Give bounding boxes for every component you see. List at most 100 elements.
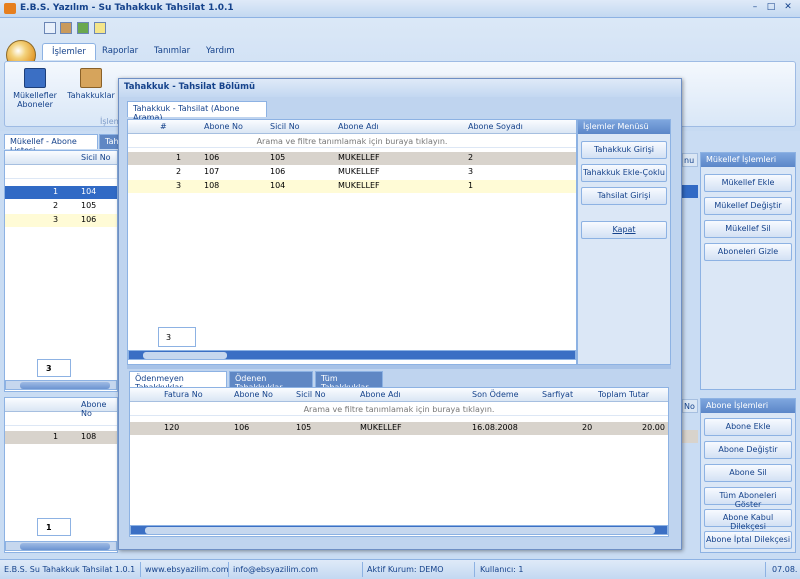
table-row[interactable]: 3 108 104 MUKELLEF 1 bbox=[128, 180, 576, 193]
status-date: 07.08. bbox=[772, 565, 798, 574]
right-partial-grid-header-bottom: No bbox=[682, 399, 698, 413]
tab-odenen-tahakkuklar[interactable]: Ödenen Tahakkuklar bbox=[229, 371, 313, 392]
quick-access-box-icon[interactable] bbox=[60, 22, 72, 34]
filter-row[interactable]: Arama ve filtre tanımlamak için buraya t… bbox=[128, 135, 576, 148]
mukellefler-label: Mükellefler Aboneler bbox=[13, 91, 57, 109]
abone-islemleri-panel: Abone İşlemleri Abone Ekle Abone Değişti… bbox=[700, 398, 796, 553]
right-partial-grid-header-top: nu bbox=[682, 153, 698, 167]
col-toplam-tutar[interactable]: Toplam Tutar bbox=[598, 390, 649, 399]
ribbon-tab-islemler[interactable]: İşlemler bbox=[42, 43, 96, 60]
mukellef-ekle-button[interactable]: Mükellef Ekle bbox=[704, 174, 792, 192]
box-icon bbox=[80, 68, 102, 88]
app-icon bbox=[4, 3, 16, 14]
tab-abone-arama[interactable]: Tahakkuk - Tahsilat (Abone Arama) bbox=[127, 101, 267, 122]
col-hash[interactable]: # bbox=[160, 122, 167, 131]
maximize-icon[interactable]: □ bbox=[764, 2, 778, 15]
abone-degistir-button[interactable]: Abone Değiştir bbox=[704, 441, 792, 459]
col-abone-no[interactable]: Abone No bbox=[234, 390, 273, 399]
kapat-button[interactable]: Kapat bbox=[581, 221, 667, 239]
quick-access-money-icon[interactable] bbox=[77, 22, 89, 34]
col-abone-no[interactable]: Abone No bbox=[204, 122, 243, 131]
table-row[interactable]: 2 107 106 MUKELLEF 3 bbox=[128, 166, 576, 179]
abone-sil-button[interactable]: Abone Sil bbox=[704, 464, 792, 482]
status-kullanici: Kullanıcı: 1 bbox=[480, 565, 524, 574]
ribbon-tab-raporlar[interactable]: Raporlar bbox=[93, 43, 147, 60]
col-abone-adi[interactable]: Abone Adı bbox=[338, 122, 379, 131]
tahakkuk-grid: Fatura No Abone No Sicil No Abone Adı So… bbox=[129, 387, 669, 537]
col-abone-soyadi[interactable]: Abone Soyadı bbox=[468, 122, 523, 131]
col-abone-adi[interactable]: Abone Adı bbox=[360, 390, 401, 399]
tahakkuk-girisi-button[interactable]: Tahakkuk Girişi bbox=[581, 141, 667, 159]
status-app: E.B.S. Su Tahakkuk Tahsilat 1.0.1 bbox=[4, 565, 136, 574]
tahakkuk-tahsilat-dialog: Tahakkuk - Tahsilat Bölümü Tahakkuk - Ta… bbox=[118, 78, 682, 550]
left-bottom-grid: Abone No 1 108 1 bbox=[4, 397, 118, 553]
abone-arama-grid: # Abone No Sicil No Abone Adı Abone Soya… bbox=[127, 119, 577, 365]
abone-grid-header: # Abone No Sicil No Abone Adı Abone Soya… bbox=[128, 120, 576, 134]
left-top-tabs: Mükellef - Abone Listesi Tah bbox=[4, 134, 134, 155]
right-partial-row bbox=[682, 430, 698, 443]
col-sicil-no[interactable]: Sicil No bbox=[81, 153, 111, 162]
aboneleri-gizle-button[interactable]: Aboneleri Gizle bbox=[704, 243, 792, 261]
status-bar: E.B.S. Su Tahakkuk Tahsilat 1.0.1 www.eb… bbox=[0, 559, 800, 579]
tahakkuklar-button[interactable]: Tahakkuklar bbox=[63, 68, 119, 100]
row-count-box: 3 bbox=[158, 327, 196, 347]
minimize-icon[interactable]: – bbox=[748, 2, 762, 15]
mukellefler-aboneler-button[interactable]: Mükellefler Aboneler bbox=[9, 68, 61, 109]
left-top-hscroll[interactable] bbox=[5, 380, 117, 390]
abone-islemleri-title: Abone İşlemleri bbox=[701, 399, 795, 413]
left-top-grid: Sicil No 1 104 2 105 3 106 3 bbox=[4, 150, 118, 392]
left-top-grid-header: Sicil No bbox=[5, 151, 117, 165]
book-icon bbox=[24, 68, 46, 88]
splitter[interactable] bbox=[127, 365, 671, 369]
close-icon[interactable]: ✕ bbox=[781, 2, 795, 15]
abone-kabul-dilekcesi-button[interactable]: Abone Kabul Dilekçesi bbox=[704, 509, 792, 531]
status-kurum: Aktif Kurum: DEMO bbox=[367, 565, 444, 574]
col-sicil-no[interactable]: Sicil No bbox=[270, 122, 300, 131]
tum-aboneleri-goster-button[interactable]: Tüm Aboneleri Göster bbox=[704, 487, 792, 509]
tahakkuklar-label: Tahakkuklar bbox=[67, 91, 115, 100]
col-son-odeme[interactable]: Son Ödeme bbox=[472, 390, 519, 399]
table-row[interactable]: 2 105 bbox=[5, 200, 117, 213]
col-sarfiyat[interactable]: Sarfiyat bbox=[542, 390, 573, 399]
app-title: E.B.S. Yazılım - Su Tahakkuk Tahsilat 1.… bbox=[20, 3, 234, 13]
table-row[interactable]: 1 106 105 MUKELLEF 2 bbox=[128, 152, 576, 165]
tahsilat-girisi-button[interactable]: Tahsilat Girişi bbox=[581, 187, 667, 205]
table-row[interactable]: 1 104 bbox=[5, 186, 117, 199]
table-row[interactable]: 120 106 105 MUKELLEF 16.08.2008 20 20.00 bbox=[130, 422, 668, 435]
tahakkuk-ekle-coklu-button[interactable]: Tahakkuk Ekle-Çoklu bbox=[581, 164, 667, 182]
mukellef-sil-button[interactable]: Mükellef Sil bbox=[704, 220, 792, 238]
mukellef-degistir-button[interactable]: Mükellef Değiştir bbox=[704, 197, 792, 215]
quick-access-book-icon[interactable] bbox=[44, 22, 56, 34]
islemler-menusu: İşlemler Menüsü Tahakkuk Girişi Tahakkuk… bbox=[577, 119, 671, 365]
left-top-filter-row[interactable] bbox=[5, 166, 117, 179]
table-row[interactable]: 3 106 bbox=[5, 214, 117, 227]
left-bottom-grid-header: Abone No bbox=[5, 398, 117, 418]
mukellef-islemleri-panel: Mükellef İşlemleri Mükellef Ekle Mükelle… bbox=[700, 152, 796, 390]
dialog-title: Tahakkuk - Tahsilat Bölümü bbox=[119, 79, 681, 97]
tab-mukellef-abone-listesi[interactable]: Mükellef - Abone Listesi bbox=[4, 134, 98, 155]
abone-ekle-button[interactable]: Abone Ekle bbox=[704, 418, 792, 436]
left-bottom-hscroll[interactable] bbox=[5, 541, 117, 551]
col-fatura-no[interactable]: Fatura No bbox=[164, 390, 203, 399]
status-web[interactable]: www.ebsyazilim.com bbox=[145, 565, 229, 574]
tahakkuk-grid-header: Fatura No Abone No Sicil No Abone Adı So… bbox=[130, 388, 668, 402]
title-bar: E.B.S. Yazılım - Su Tahakkuk Tahsilat 1.… bbox=[0, 0, 800, 18]
mukellef-islemleri-title: Mükellef İşlemleri bbox=[701, 153, 795, 167]
left-bottom-count-box: 1 bbox=[37, 518, 71, 536]
right-partial-selected-row bbox=[682, 185, 698, 198]
ribbon-tab-tanimlar[interactable]: Tanımlar bbox=[145, 43, 199, 60]
table-row[interactable]: 1 108 bbox=[5, 431, 117, 444]
tahakkuk-grid-hscroll[interactable] bbox=[130, 525, 668, 535]
filter-row[interactable]: Arama ve filtre tanımlamak için buraya t… bbox=[130, 403, 668, 416]
tab-odenmeyen-tahakkuklar[interactable]: Ödenmeyen Tahakkuklar bbox=[129, 371, 227, 392]
ribbon-tab-yardim[interactable]: Yardım bbox=[197, 43, 244, 60]
col-sicil-no[interactable]: Sicil No bbox=[296, 390, 326, 399]
quick-access-note-icon[interactable] bbox=[94, 22, 106, 34]
status-mail[interactable]: info@ebsyazilim.com bbox=[233, 565, 318, 574]
abone-grid-hscroll[interactable] bbox=[128, 350, 576, 360]
left-top-count-box: 3 bbox=[37, 359, 71, 377]
tab-tum-tahakkuklar[interactable]: Tüm Tahakkuklar bbox=[315, 371, 383, 392]
abone-iptal-dilekcesi-button[interactable]: Abone İptal Dilekçesi bbox=[704, 531, 792, 549]
left-bottom-filter-row[interactable] bbox=[5, 413, 117, 426]
islemler-menusu-title: İşlemler Menüsü bbox=[578, 120, 670, 134]
